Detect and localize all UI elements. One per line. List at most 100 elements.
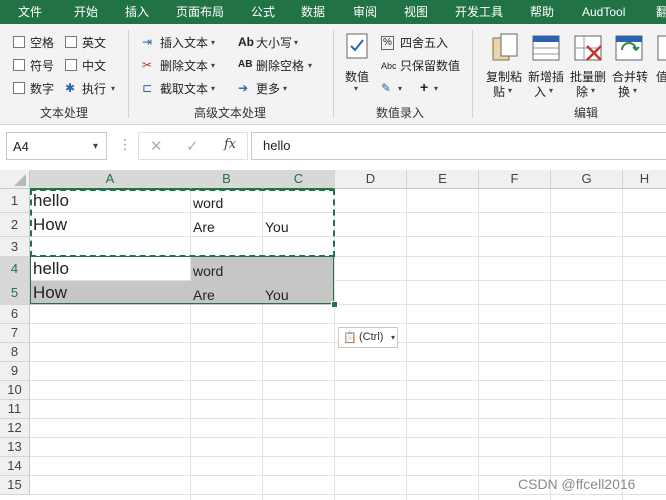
delete-space-dropdown-icon[interactable]: ▾ <box>308 61 312 70</box>
cell-c2[interactable]: You <box>265 219 289 235</box>
row-header-1[interactable]: 1 <box>0 189 30 213</box>
row-header-9[interactable]: 9 <box>0 362 30 381</box>
tab-home[interactable]: 开始 <box>74 0 98 24</box>
column-header-g[interactable]: G <box>551 170 623 189</box>
copy-paste-dropdown-icon[interactable]: ▾ <box>508 86 512 95</box>
merge-convert-button-line2[interactable]: 换 <box>618 83 630 100</box>
execute-button[interactable]: 执行 <box>82 80 106 97</box>
insert-text-dropdown-icon[interactable]: ▾ <box>211 38 215 47</box>
row-header-15[interactable]: 15 <box>0 476 30 495</box>
column-header-b[interactable]: B <box>191 170 263 190</box>
tab-view[interactable]: 视图 <box>404 0 428 24</box>
keep-value-button[interactable]: 只保留数值 <box>400 57 460 74</box>
paste-options-button[interactable]: 📋 (Ctrl) ▾ <box>338 327 398 348</box>
row-header-2[interactable]: 2 <box>0 213 30 237</box>
checkbox-number[interactable] <box>13 82 25 94</box>
cut-text-dropdown-icon[interactable]: ▾ <box>211 84 215 93</box>
case-dropdown-icon[interactable]: ▾ <box>294 38 298 47</box>
group-divider <box>472 30 473 118</box>
more-button[interactable]: 更多 <box>256 80 280 97</box>
column-header-c[interactable]: C <box>263 170 335 190</box>
round-button[interactable]: 四舍五入 <box>400 34 448 51</box>
row-header-8[interactable]: 8 <box>0 343 30 362</box>
column-header-a[interactable]: A <box>30 170 191 190</box>
copy-paste-button-line2[interactable]: 贴 <box>493 83 505 100</box>
value-dropdown-icon[interactable]: ▾ <box>354 84 358 93</box>
tab-translate[interactable]: 翻 <box>656 0 666 24</box>
column-header-h[interactable]: H <box>623 170 666 189</box>
tab-file[interactable]: 文件 <box>18 0 42 24</box>
value-cut-button[interactable]: 值 <box>656 68 666 85</box>
new-insert-icon <box>532 35 560 61</box>
tab-review[interactable]: 审阅 <box>353 0 377 24</box>
select-all-corner[interactable] <box>0 170 30 189</box>
merge-convert-dropdown-icon[interactable]: ▾ <box>633 86 637 95</box>
delete-space-button[interactable]: 删除空格 <box>256 57 304 74</box>
insert-text-button[interactable]: 插入文本 <box>160 34 208 51</box>
tab-page-layout[interactable]: 页面布局 <box>176 0 224 24</box>
row-header-5[interactable]: 5 <box>0 281 30 305</box>
cut-text-button[interactable]: 截取文本 <box>160 80 208 97</box>
add-icon[interactable]: + <box>420 80 428 94</box>
checkbox-space[interactable] <box>13 36 25 48</box>
cell-b4[interactable]: word <box>193 263 223 279</box>
more-dropdown-icon[interactable]: ▾ <box>283 84 287 93</box>
formula-buttons: ✕ ✓ fx <box>138 132 248 160</box>
new-insert-button-line2[interactable]: 入 <box>534 83 546 100</box>
group-label-edit: 编辑 <box>574 106 599 120</box>
column-header-d[interactable]: D <box>335 170 407 189</box>
checkbox-chinese[interactable] <box>65 59 77 71</box>
group-label-value-entry: 数值录入 <box>376 106 425 120</box>
row-header-11[interactable]: 11 <box>0 400 30 419</box>
column-header-f[interactable]: F <box>479 170 551 189</box>
new-insert-dropdown-icon[interactable]: ▾ <box>549 86 553 95</box>
checkbox-space-label: 空格 <box>30 36 55 50</box>
cell-b2[interactable]: Are <box>193 219 215 235</box>
cancel-icon[interactable]: ✕ <box>150 137 163 155</box>
name-box-dropdown-icon[interactable]: ▾ <box>93 141 98 152</box>
row-header-7[interactable]: 7 <box>0 324 30 343</box>
row-header-12[interactable]: 12 <box>0 419 30 438</box>
cell-a2[interactable]: How <box>33 215 67 235</box>
cell-b5[interactable]: Are <box>193 287 215 303</box>
delete-text-dropdown-icon[interactable]: ▾ <box>211 61 215 70</box>
case-button[interactable]: 大小写 <box>256 34 292 51</box>
tab-help[interactable]: 帮助 <box>530 0 554 24</box>
group-divider <box>128 30 129 118</box>
edit-pen-icon[interactable]: ✎ <box>381 82 391 94</box>
name-box[interactable]: A4 ▾ <box>6 132 107 160</box>
formula-input[interactable]: hello <box>251 132 666 160</box>
fill-handle[interactable] <box>331 301 338 308</box>
cell-a4[interactable]: hello <box>33 259 69 279</box>
tab-insert[interactable]: 插入 <box>125 0 149 24</box>
edit-pen-dropdown-icon[interactable]: ▾ <box>398 84 402 93</box>
row-header-10[interactable]: 10 <box>0 381 30 400</box>
paste-options-dropdown-icon: ▾ <box>391 333 396 342</box>
column-header-e[interactable]: E <box>407 170 479 189</box>
row-header-13[interactable]: 13 <box>0 438 30 457</box>
tab-formulas[interactable]: 公式 <box>251 0 275 24</box>
tab-developer[interactable]: 开发工具 <box>455 0 503 24</box>
delete-text-button[interactable]: 删除文本 <box>160 57 208 74</box>
checkbox-english[interactable] <box>65 36 77 48</box>
checkbox-chinese-label: 中文 <box>82 59 107 73</box>
tab-data[interactable]: 数据 <box>301 0 325 24</box>
cell-a5[interactable]: How <box>33 283 67 303</box>
row-header-14[interactable]: 14 <box>0 457 30 476</box>
row-header-3[interactable]: 3 <box>0 237 30 257</box>
cell-a1[interactable]: hello <box>33 191 69 211</box>
batch-delete-dropdown-icon[interactable]: ▾ <box>591 86 595 95</box>
checkbox-symbol[interactable] <box>13 59 25 71</box>
row-header-4[interactable]: 4 <box>0 257 30 281</box>
batch-delete-button-line2[interactable]: 除 <box>576 83 588 100</box>
resize-handle-icon[interactable]: ⋮ <box>118 136 132 153</box>
cell-b1[interactable]: word <box>193 195 223 211</box>
execute-dropdown-icon[interactable]: ▾ <box>111 84 115 93</box>
row-header-6[interactable]: 6 <box>0 305 30 324</box>
insert-function-icon[interactable]: fx <box>224 137 236 152</box>
add-dropdown-icon[interactable]: ▾ <box>434 84 438 93</box>
cell-c5[interactable]: You <box>265 287 289 303</box>
tab-audtool[interactable]: AudTool <box>582 0 625 24</box>
value-button[interactable]: 数值 <box>345 68 369 85</box>
confirm-icon[interactable]: ✓ <box>186 137 199 155</box>
